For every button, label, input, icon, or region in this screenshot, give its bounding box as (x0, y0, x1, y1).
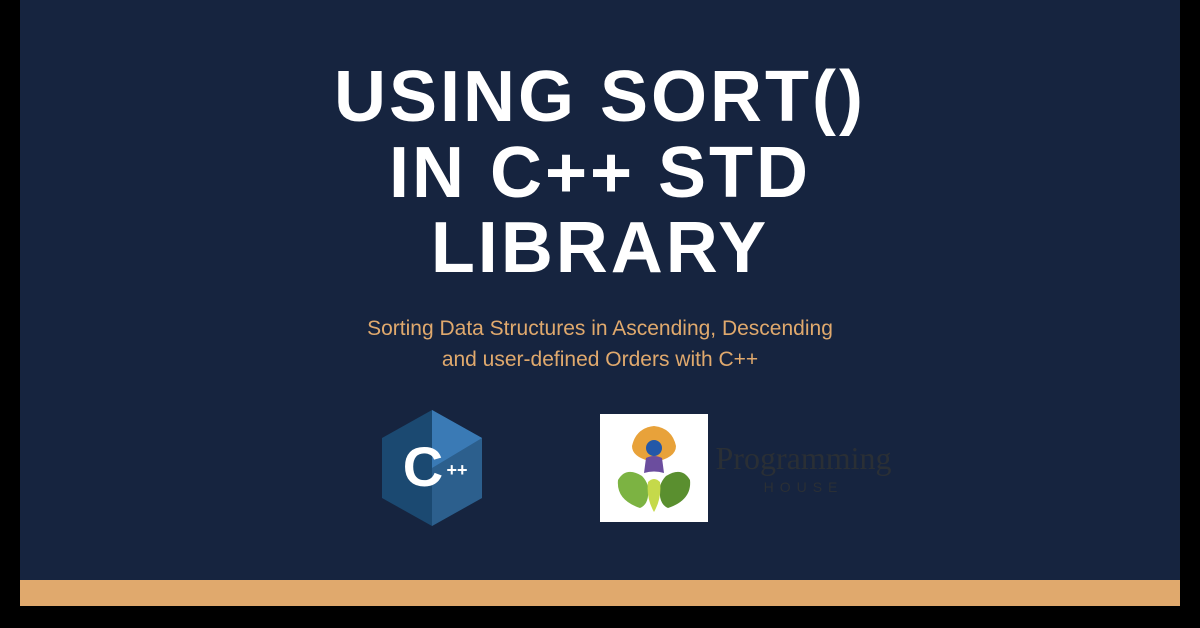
title-line-1: USING SORT() (334, 60, 866, 136)
title-line-2: IN C++ STD (334, 136, 866, 212)
main-title: USING SORT() IN C++ STD LIBRARY (334, 60, 866, 287)
subtitle-line-2: and user-defined Orders with C++ (367, 344, 833, 376)
leaf-person-icon (604, 418, 704, 518)
programming-house-logo: Programming HOUSE (600, 414, 892, 522)
footer-accent-bar (20, 580, 1180, 606)
subtitle: Sorting Data Structures in Ascending, De… (367, 313, 833, 376)
programming-house-sub: HOUSE (716, 479, 892, 495)
subtitle-line-1: Sorting Data Structures in Ascending, De… (367, 313, 833, 345)
promotional-banner: USING SORT() IN C++ STD LIBRARY Sorting … (20, 0, 1180, 606)
cpp-letter: C (402, 435, 442, 498)
programming-house-text: Programming HOUSE (716, 440, 892, 495)
logo-row: C ++ Programming HOUSE (379, 408, 892, 528)
programming-house-icon (600, 414, 708, 522)
title-line-3: LIBRARY (334, 211, 866, 287)
cpp-plus-plus: ++ (446, 460, 467, 480)
programming-house-main: Programming (716, 440, 892, 477)
cpp-logo-icon: C ++ (379, 408, 485, 528)
cpp-hexagon-icon: C ++ (379, 408, 485, 528)
